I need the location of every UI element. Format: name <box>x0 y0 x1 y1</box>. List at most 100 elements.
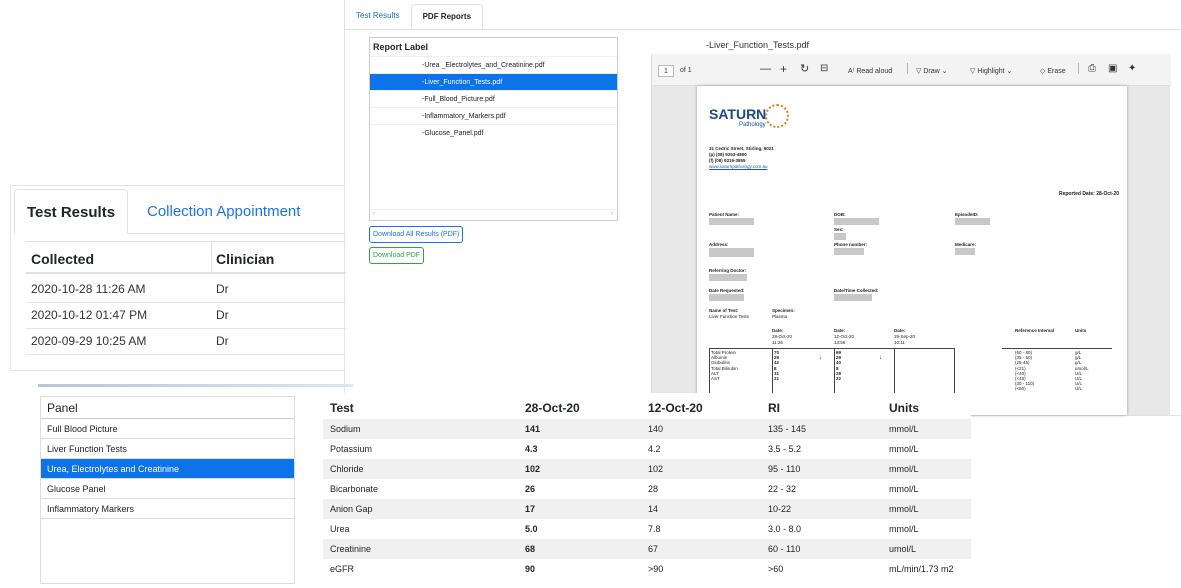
print-icon[interactable]: ⎙ <box>1088 63 1096 74</box>
value-28-oct: 68 <box>525 544 536 554</box>
date-label-2: Date: <box>834 328 846 333</box>
download-pdf-button[interactable]: Download PDF <box>369 247 425 264</box>
ref-column: (60 - 80) (35 - 50) (25-45) (<21) (<40) (<45)… <box>1015 350 1034 392</box>
page-count: of 1 <box>680 67 692 74</box>
panel-item[interactable]: Glucose Panel <box>41 479 294 499</box>
collected-date: 2020-10-28 11:26 AM <box>31 282 146 296</box>
tab-divider <box>345 29 1181 30</box>
draw-button[interactable]: ▽ Draw ⌄ <box>916 67 947 75</box>
redacted-field <box>955 248 975 255</box>
medicare-label: Medicare: <box>955 242 977 247</box>
docv2-cell: 40 <box>836 360 842 366</box>
value-12-oct: 14 <box>648 504 659 514</box>
redacted-field <box>709 274 747 281</box>
table-row[interactable]: 2020-09-29 10:25 AM Dr <box>26 327 346 355</box>
panel-list-header: Panel <box>41 397 294 419</box>
lab-fax: (f) (08) 9319-3855 <box>709 158 746 163</box>
date-requested-label: Date Requested: <box>709 288 745 293</box>
specimen-value: Plasma <box>772 314 788 319</box>
read-aloud-label: Read aloud <box>856 68 893 75</box>
pin-icon[interactable]: ✦ <box>1128 63 1136 74</box>
value-12-oct: 7.8 <box>648 524 661 534</box>
report-item[interactable]: -Glucose_Panel.pdf <box>370 124 617 141</box>
table-row[interactable]: 2020-10-28 11:26 AM Dr <box>26 275 346 303</box>
fit-page-icon[interactable]: ⊟ <box>820 63 828 74</box>
rotate-icon[interactable]: ↻ <box>800 62 809 75</box>
redacted-field <box>955 218 990 225</box>
table-row[interactable]: Bicarbonate 26 28 22 - 32 mmol/L <box>323 479 971 499</box>
page-number-input[interactable]: 1 <box>658 65 674 77</box>
results-table: Test 28-Oct-20 12-Oct-20 RI Units Sodium… <box>323 393 971 583</box>
panel-item[interactable]: Full Blood Picture <box>41 419 294 439</box>
test-name: Sodium <box>330 424 361 434</box>
name-of-test-value: Liver Function Tests <box>709 314 749 319</box>
scroll-right-icon[interactable]: › <box>611 211 613 217</box>
report-item-selected[interactable]: -Liver_Function_Tests.pdf <box>370 73 617 90</box>
table-row[interactable]: Sodium 141 140 135 - 145 mmol/L <box>323 419 971 439</box>
col-collected: Collected <box>31 251 95 267</box>
zoom-out-icon[interactable]: — <box>760 63 771 75</box>
reference-interval: 135 - 145 <box>768 424 807 434</box>
reference-interval: 95 - 110 <box>768 464 801 474</box>
test-name: Bicarbonate <box>330 484 379 494</box>
docv1-cell: 21 <box>774 376 780 382</box>
table-row[interactable]: eGFR 90 >90 >60 mL/min/1.73 m2 <box>323 559 971 579</box>
panel-item[interactable]: Liver Function Tests <box>41 439 294 459</box>
col-date-2: 12-Oct-20 <box>648 401 703 415</box>
value-28-oct: 26 <box>525 484 536 494</box>
tab-pdf-reports[interactable]: PDF Reports <box>410 4 484 30</box>
zoom-in-icon[interactable]: + <box>780 62 787 76</box>
docv1-cell: 42 <box>774 360 780 366</box>
table-row[interactable]: 2020-10-12 01:47 PM Dr <box>26 301 346 329</box>
redacted-field <box>834 218 879 225</box>
name-of-test-label: Name of Test: <box>709 308 739 313</box>
value-28-oct: 4.3 <box>525 444 538 454</box>
table-row[interactable]: Anion Gap 17 14 10-22 mmol/L <box>323 499 971 519</box>
reported-date: Reported Date: 28-Oct-20 <box>1058 191 1119 197</box>
horizontal-scrollbar[interactable]: ‹ › <box>370 209 617 220</box>
erase-button[interactable]: ◇ Erase <box>1040 67 1066 75</box>
lab-address: 31 Cedric Street, Stirling, 6021 <box>709 146 774 151</box>
table-row[interactable]: Potassium 4.3 4.2 3.5 - 5.2 mmol/L <box>323 439 971 459</box>
pdf-page: SATURN Pathology 31 Cedric Street, Stirl… <box>697 86 1127 415</box>
docv2-cell: 22 <box>836 376 842 382</box>
test-name: Creatinine <box>330 544 372 554</box>
tab-test-results[interactable]: Test Results <box>345 4 411 30</box>
report-item[interactable]: -Urea _Electrolytes_and_Creatinine.pdf <box>370 56 617 73</box>
report-item[interactable]: -Full_Blood_Picture.pdf <box>370 90 617 107</box>
save-icon[interactable]: ▣ <box>1108 63 1117 74</box>
highlight-button[interactable]: ▽ Highlight ⌄ <box>970 67 1012 75</box>
scroll-left-icon[interactable]: ‹ <box>373 211 375 217</box>
tab-test-results[interactable]: Test Results <box>14 189 128 234</box>
test-results-card: Test Results Collection Appointment Coll… <box>10 185 346 371</box>
date-1: 28-Oct-20 <box>772 334 793 339</box>
values-column-1: 70 29 42 8 31 21 <box>774 350 779 381</box>
table-row[interactable]: Creatinine 68 67 60 - 110 umol/L <box>323 539 971 559</box>
table-row[interactable]: Urea 5.0 7.8 3.0 - 8.0 mmol/L <box>323 519 971 539</box>
value-28-oct: 141 <box>525 424 541 434</box>
date-label-3: Date: <box>894 328 906 333</box>
read-aloud-button[interactable]: A⁾ Read aloud <box>848 67 892 75</box>
units: umol/L <box>889 544 917 554</box>
time-1: 11:26 <box>772 340 783 345</box>
panel-item-selected[interactable]: Urea, Electrolytes and Creatinine <box>41 459 294 479</box>
table-row[interactable]: Chloride 102 102 95 - 110 mmol/L <box>323 459 971 479</box>
chevron-down-icon: ⌄ <box>939 68 948 75</box>
phone-label: Phone number: <box>834 242 868 247</box>
sex-label: Sex: <box>834 227 844 232</box>
lab-website-link[interactable]: www.saturnpathology.com.au <box>709 164 767 169</box>
panel-item[interactable]: Inflammatory Markers <box>41 499 294 519</box>
redacted-field <box>709 248 754 257</box>
draw-label: Draw <box>923 68 940 75</box>
toolbar-divider: | <box>906 62 909 74</box>
time-2: 13:56 <box>834 340 846 345</box>
collected-date: 2020-10-12 01:47 PM <box>31 308 148 322</box>
tab-collection-appointment[interactable]: Collection Appointment <box>147 189 300 234</box>
docu-cell: U/L <box>1075 386 1083 392</box>
report-item[interactable]: -Inflammatory_Markers.pdf <box>370 107 617 124</box>
test-name: eGFR <box>330 564 355 574</box>
col-ri: RI <box>768 401 780 415</box>
value-12-oct: 140 <box>648 424 664 434</box>
reference-interval: 3.0 - 8.0 <box>768 524 802 534</box>
download-all-button[interactable]: Download All Results (PDF) <box>369 226 464 243</box>
